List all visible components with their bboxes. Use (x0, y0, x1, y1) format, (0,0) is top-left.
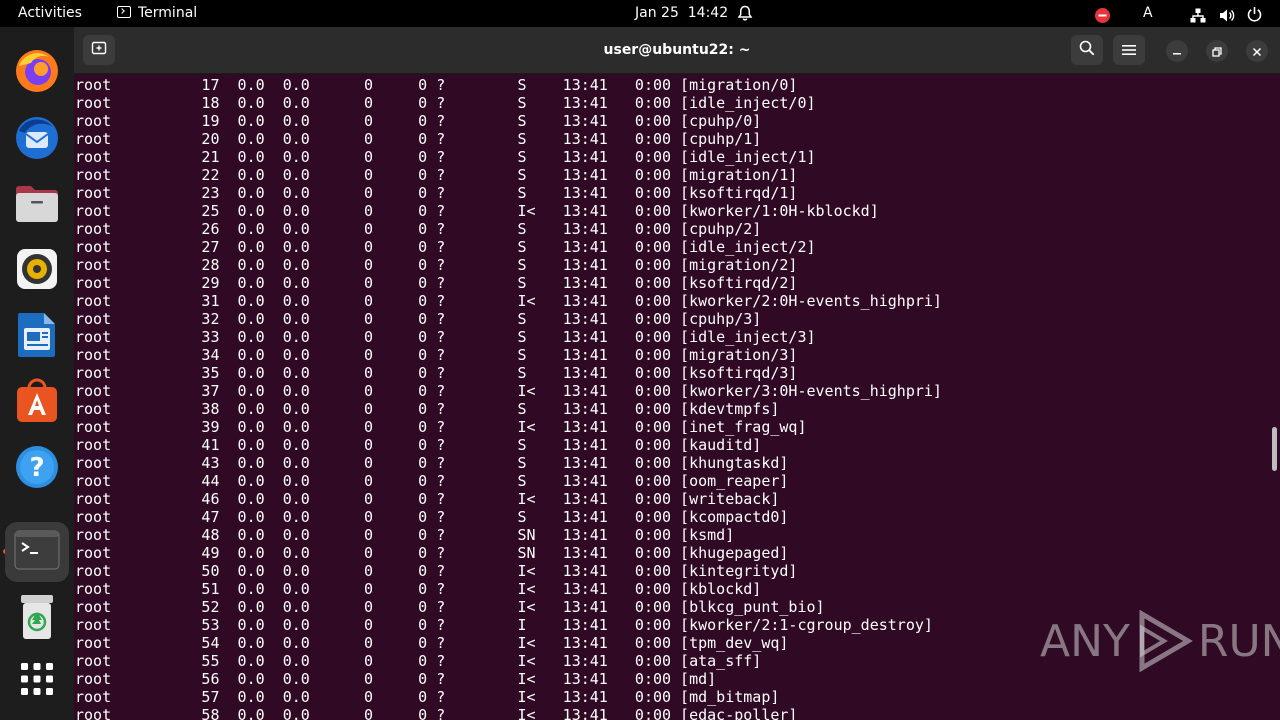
terminal-line: root 37 0.0 0.0 0 0 ? I< 13:41 0:00 [kwo… (75, 382, 942, 400)
terminal-line: root 21 0.0 0.0 0 0 ? S 13:41 0:00 [idle… (75, 148, 816, 166)
anyrun-watermark: ANY RUN (1040, 606, 1280, 676)
terminal-line: root 26 0.0 0.0 0 0 ? S 13:41 0:00 [cpuh… (75, 220, 762, 238)
terminal-line: root 46 0.0 0.0 0 0 ? I< 13:41 0:00 [wri… (75, 490, 780, 508)
terminal-line: root 19 0.0 0.0 0 0 ? S 13:41 0:00 [cpuh… (75, 112, 762, 130)
power-icon[interactable] (1247, 5, 1262, 22)
menu-button[interactable] (1113, 35, 1145, 65)
terminal-line: root 47 0.0 0.0 0 0 ? S 13:41 0:00 [kcom… (75, 508, 789, 526)
terminal-line: root 54 0.0 0.0 0 0 ? I< 13:41 0:00 [tpm… (75, 634, 789, 652)
dock-item-firefox[interactable] (9, 45, 65, 101)
watermark-text-right: RUN (1197, 615, 1280, 667)
clock-time: 14:42 (687, 5, 729, 21)
network-wired-icon[interactable] (1190, 6, 1206, 23)
clock-date: Jan 25 (635, 5, 679, 21)
minimize-icon (1172, 42, 1182, 61)
terminal-line: root 41 0.0 0.0 0 0 ? S 13:41 0:00 [kaud… (75, 436, 762, 454)
terminal-line: root 17 0.0 0.0 0 0 ? S 13:41 0:00 [migr… (75, 76, 798, 94)
terminal-line: root 18 0.0 0.0 0 0 ? S 13:41 0:00 [idle… (75, 94, 816, 112)
terminal-line: root 39 0.0 0.0 0 0 ? I< 13:41 0:00 [ine… (75, 418, 807, 436)
terminal-line: root 58 0.0 0.0 0 0 ? I< 13:41 0:00 [eda… (75, 706, 798, 720)
terminal-line: root 27 0.0 0.0 0 0 ? S 13:41 0:00 [idle… (75, 238, 816, 256)
terminal-line: root 22 0.0 0.0 0 0 ? S 13:41 0:00 [migr… (75, 166, 798, 184)
terminal-line: root 38 0.0 0.0 0 0 ? S 13:41 0:00 [kdev… (75, 400, 780, 418)
window-header-bar: user@ubuntu22: ~ (74, 27, 1280, 74)
terminal-line: root 34 0.0 0.0 0 0 ? S 13:41 0:00 [migr… (75, 346, 798, 364)
terminal-line: root 52 0.0 0.0 0 0 ? I< 13:41 0:00 [blk… (75, 598, 825, 616)
terminal-line: root 25 0.0 0.0 0 0 ? I< 13:41 0:00 [kwo… (75, 202, 879, 220)
minimize-button[interactable] (1166, 40, 1188, 62)
bell-icon[interactable] (737, 5, 753, 21)
do-not-disturb-icon[interactable] (1095, 6, 1110, 23)
play-logo-icon (1139, 610, 1193, 672)
terminal-line: root 49 0.0 0.0 0 0 ? SN 13:41 0:00 [khu… (75, 544, 789, 562)
files-icon (14, 181, 60, 229)
terminal-line: root 31 0.0 0.0 0 0 ? I< 13:41 0:00 [kwo… (75, 292, 942, 310)
new-tab-icon (91, 40, 107, 60)
dock-item-writer[interactable] (9, 309, 65, 365)
terminal-icon (14, 530, 60, 574)
terminal-line: root 20 0.0 0.0 0 0 ? S 13:41 0:00 [cpuh… (75, 130, 762, 148)
terminal-line: root 48 0.0 0.0 0 0 ? SN 13:41 0:00 [ksm… (75, 526, 735, 544)
terminal-line: root 44 0.0 0.0 0 0 ? S 13:41 0:00 [oom_… (75, 472, 789, 490)
thunderbird-icon (13, 113, 61, 165)
dock-item-trash[interactable] (9, 591, 65, 647)
terminal-line: root 28 0.0 0.0 0 0 ? S 13:41 0:00 [migr… (75, 256, 798, 274)
maximize-button[interactable] (1206, 40, 1228, 62)
activities-button[interactable]: Activities (18, 0, 82, 27)
terminal-line: root 56 0.0 0.0 0 0 ? I< 13:41 0:00 [md] (75, 670, 717, 688)
dock-item-show-apps[interactable] (9, 653, 65, 709)
clock[interactable]: Jan 25 14:42 (635, 0, 728, 27)
terminal-line: root 35 0.0 0.0 0 0 ? S 13:41 0:00 [ksof… (75, 364, 798, 382)
volume-icon[interactable] (1219, 6, 1235, 22)
terminal-line: root 32 0.0 0.0 0 0 ? S 13:41 0:00 [cpuh… (75, 310, 762, 328)
terminal-app-icon (117, 6, 131, 18)
terminal-line: root 51 0.0 0.0 0 0 ? I< 13:41 0:00 [kbl… (75, 580, 762, 598)
input-source-indicator[interactable]: A (1143, 0, 1153, 27)
libreoffice-writer-icon (17, 312, 57, 362)
dock-item-thunderbird[interactable] (9, 111, 65, 167)
dock: ? (0, 27, 74, 720)
terminal-line: root 29 0.0 0.0 0 0 ? S 13:41 0:00 [ksof… (75, 274, 798, 292)
dock-item-app-center[interactable] (9, 375, 65, 431)
terminal-lines: root 17 0.0 0.0 0 0 ? S 13:41 0:00 [migr… (75, 76, 942, 720)
terminal-line: root 57 0.0 0.0 0 0 ? I< 13:41 0:00 [md_… (75, 688, 780, 706)
app-center-icon (14, 378, 60, 428)
close-button[interactable] (1246, 40, 1268, 62)
dock-item-files[interactable] (9, 177, 65, 233)
terminal-line: root 23 0.0 0.0 0 0 ? S 13:41 0:00 [ksof… (75, 184, 798, 202)
terminal-line: root 50 0.0 0.0 0 0 ? I< 13:41 0:00 [kin… (75, 562, 798, 580)
close-icon (1252, 42, 1262, 61)
app-menu[interactable]: Terminal (117, 0, 197, 27)
app-menu-label: Terminal (138, 5, 198, 21)
terminal-line: root 53 0.0 0.0 0 0 ? I 13:41 0:00 [kwor… (75, 616, 933, 634)
hamburger-menu-icon (1122, 41, 1136, 60)
terminal-line: root 33 0.0 0.0 0 0 ? S 13:41 0:00 [idle… (75, 328, 816, 346)
terminal-line: root 43 0.0 0.0 0 0 ? S 13:41 0:00 [khun… (75, 454, 789, 472)
search-button[interactable] (1071, 35, 1103, 65)
dock-item-terminal[interactable] (5, 522, 69, 582)
firefox-icon (14, 48, 60, 98)
svg-text:?: ? (29, 453, 44, 483)
rhythmbox-icon (16, 248, 58, 294)
restore-icon (1212, 42, 1222, 61)
show-apps-icon (20, 662, 54, 700)
search-icon (1079, 40, 1095, 60)
trash-icon (18, 594, 56, 644)
terminal-line: root 55 0.0 0.0 0 0 ? I< 13:41 0:00 [ata… (75, 652, 762, 670)
dock-item-rhythmbox[interactable] (9, 243, 65, 299)
dock-item-help[interactable]: ? (9, 441, 65, 497)
help-icon: ? (15, 445, 59, 493)
scrollbar-thumb[interactable] (1272, 427, 1277, 471)
watermark-text-left: ANY (1040, 615, 1130, 667)
new-tab-button[interactable] (83, 35, 115, 65)
top-bar: Activities Terminal Jan 25 14:42 A (0, 0, 1280, 27)
